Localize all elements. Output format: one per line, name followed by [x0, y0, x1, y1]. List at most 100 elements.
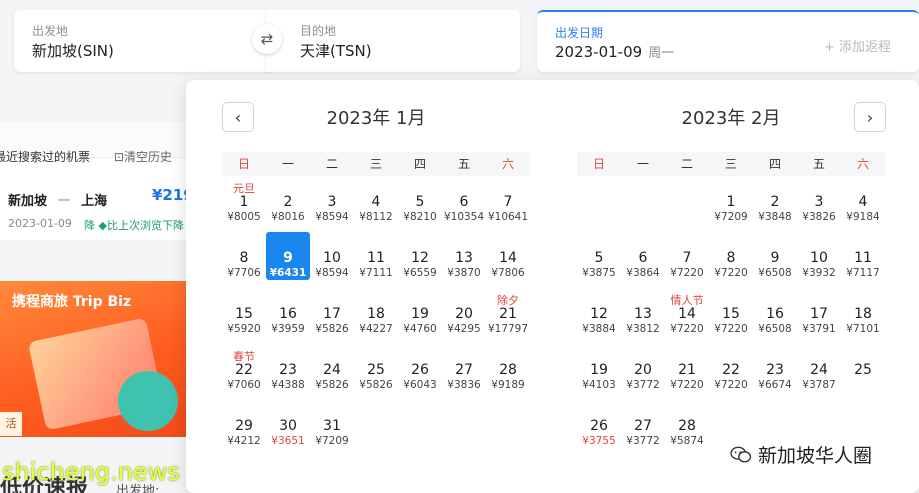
- calendar-day[interactable]: 7 ¥7220: [665, 232, 709, 280]
- calendar-day[interactable]: 春节 22 ¥7060: [222, 344, 266, 392]
- month-january: 2023年 1月 日一二三四五六 元旦 1 ¥8005 2 ¥8016 3 ¥8594 4 ¥8…: [222, 80, 530, 493]
- weekday-label: 六: [501, 157, 514, 171]
- calendar-day[interactable]: 21 ¥7220: [665, 344, 709, 392]
- trip-biz-banner[interactable]: 携程商旅 Trip Biz: [0, 281, 186, 437]
- day-price: ¥7220: [670, 267, 704, 279]
- calendar-day[interactable]: 26 ¥6043: [398, 344, 442, 392]
- calendar-day[interactable]: 16 ¥3959: [266, 288, 310, 336]
- day-number: 22: [722, 362, 740, 378]
- calendar-day[interactable]: 28 ¥5874: [665, 400, 709, 448]
- day-number: 21: [678, 362, 696, 378]
- day-price: ¥3772: [626, 435, 660, 447]
- calendar-day[interactable]: 2 ¥8016: [266, 176, 310, 224]
- calendar-day[interactable]: 24 ¥5826: [310, 344, 354, 392]
- origin-value[interactable]: 新加坡(SIN): [32, 40, 114, 61]
- calendar-day[interactable]: 6 ¥10354: [442, 176, 486, 224]
- calendar-day[interactable]: 2 ¥3848: [753, 176, 797, 224]
- calendar-day[interactable]: 8 ¥7706: [222, 232, 266, 280]
- calendar-day[interactable]: 9 ¥6508: [753, 232, 797, 280]
- calendar-day[interactable]: 12 ¥6559: [398, 232, 442, 280]
- calendar-day[interactable]: 18 ¥4227: [354, 288, 398, 336]
- calendar-day[interactable]: 1 ¥7209: [709, 176, 753, 224]
- calendar-day[interactable]: 5 ¥3875: [577, 232, 621, 280]
- origin-field[interactable]: 出发地 新加坡(SIN): [14, 10, 272, 72]
- calendar-day[interactable]: 8 ¥7220: [709, 232, 753, 280]
- calendar-day[interactable]: 12 ¥3884: [577, 288, 621, 336]
- calendar-day[interactable]: 23 ¥4388: [266, 344, 310, 392]
- calendar-day[interactable]: 元旦 1 ¥8005: [222, 176, 266, 224]
- calendar-day[interactable]: 4 ¥9184: [841, 176, 885, 224]
- calendar-day[interactable]: 3 ¥3826: [797, 176, 841, 224]
- departure-date-value[interactable]: 2023-01-09 周一: [555, 42, 674, 61]
- destination-field[interactable]: 目的地 天津(TSN): [266, 10, 520, 72]
- calendar-day[interactable]: 27 ¥3772: [621, 400, 665, 448]
- day-price: ¥3884: [582, 323, 616, 335]
- wechat-icon: [730, 446, 752, 462]
- departure-date-field[interactable]: 出发日期 2023-01-09 周一 + 添加返程: [537, 10, 919, 72]
- day-price: ¥8112: [359, 211, 393, 223]
- calendar-day[interactable]: 29 ¥4212: [222, 400, 266, 448]
- calendar-day[interactable]: 10 ¥3932: [797, 232, 841, 280]
- calendar-day[interactable]: 7 ¥10641: [486, 176, 530, 224]
- day-number: 24: [323, 362, 341, 378]
- calendar-day[interactable]: 15 ¥7220: [709, 288, 753, 336]
- calendar-day[interactable]: 25: [841, 344, 885, 392]
- day-number: 12: [411, 250, 429, 266]
- calendar-day[interactable]: 15 ¥5920: [222, 288, 266, 336]
- day-price: ¥3870: [447, 267, 481, 279]
- calendar-day[interactable]: 22 ¥7220: [709, 344, 753, 392]
- calendar-day[interactable]: 23 ¥6674: [753, 344, 797, 392]
- day-price: ¥3875: [582, 267, 616, 279]
- calendar-day[interactable]: 25 ¥5826: [354, 344, 398, 392]
- calendar-day[interactable]: 13 ¥3870: [442, 232, 486, 280]
- calendar-day[interactable]: 17 ¥5826: [310, 288, 354, 336]
- calendar-day[interactable]: 31 ¥7209: [310, 400, 354, 448]
- calendar-day[interactable]: 30 ¥3651: [266, 400, 310, 448]
- calendar-day[interactable]: 4 ¥8112: [354, 176, 398, 224]
- day-number: 17: [323, 306, 341, 322]
- day-price: ¥3959: [271, 323, 305, 335]
- calendar-day[interactable]: 28 ¥9189: [486, 344, 530, 392]
- calendar-day[interactable]: 19 ¥4103: [577, 344, 621, 392]
- calendar-day[interactable]: 情人节 14 ¥7220: [665, 288, 709, 336]
- calendar-day[interactable]: 17 ¥3791: [797, 288, 841, 336]
- calendar-day[interactable]: 19 ¥4760: [398, 288, 442, 336]
- calendar-day[interactable]: 3 ¥8594: [310, 176, 354, 224]
- day-price: ¥3812: [626, 323, 660, 335]
- add-return-button[interactable]: + 添加返程: [824, 36, 891, 55]
- history-route[interactable]: 新加坡 一 上海: [8, 190, 107, 209]
- day-price: ¥7209: [315, 435, 349, 447]
- destination-value[interactable]: 天津(TSN): [300, 40, 372, 61]
- calendar-day[interactable]: 14 ¥7806: [486, 232, 530, 280]
- day-price: ¥6674: [758, 379, 792, 391]
- day-price: ¥7706: [227, 267, 261, 279]
- calendar-day[interactable]: 10 ¥8594: [310, 232, 354, 280]
- calendar-day[interactable]: 13 ¥3812: [621, 288, 665, 336]
- calendar-day[interactable]: 6 ¥3864: [621, 232, 665, 280]
- banner-title: 携程商旅 Trip Biz: [12, 294, 132, 310]
- day-price: ¥3864: [626, 267, 660, 279]
- swap-icon[interactable]: ⇄: [252, 24, 282, 54]
- calendar-day[interactable]: 20 ¥3772: [621, 344, 665, 392]
- day-price: ¥4227: [359, 323, 393, 335]
- calendar-day[interactable]: 16 ¥6508: [753, 288, 797, 336]
- weekday-label: 四: [413, 157, 426, 171]
- calendar-day[interactable]: 20 ¥4295: [442, 288, 486, 336]
- calendar-day[interactable]: 24 ¥3787: [797, 344, 841, 392]
- calendar-day[interactable]: 5 ¥8210: [398, 176, 442, 224]
- clear-history-button[interactable]: ⊡清空历史: [114, 148, 172, 165]
- calendar-day[interactable]: 11 ¥7117: [841, 232, 885, 280]
- day-price: ¥7111: [359, 267, 393, 279]
- calendar-day-selected[interactable]: 9 ¥6431: [266, 232, 310, 280]
- calendar-day[interactable]: 11 ¥7111: [354, 232, 398, 280]
- day-price: ¥10354: [443, 211, 485, 223]
- calendar-day[interactable]: 18 ¥7101: [841, 288, 885, 336]
- day-price: ¥3755: [582, 435, 616, 447]
- weekday-label: 三: [724, 157, 737, 171]
- calendar-day[interactable]: 26 ¥3755: [577, 400, 621, 448]
- day-number: 13: [455, 250, 473, 266]
- day-number: 22: [235, 362, 253, 378]
- calendar-day[interactable]: 27 ¥3836: [442, 344, 486, 392]
- day-number: 26: [411, 362, 429, 378]
- calendar-day[interactable]: 除夕 21 ¥17797: [486, 288, 530, 336]
